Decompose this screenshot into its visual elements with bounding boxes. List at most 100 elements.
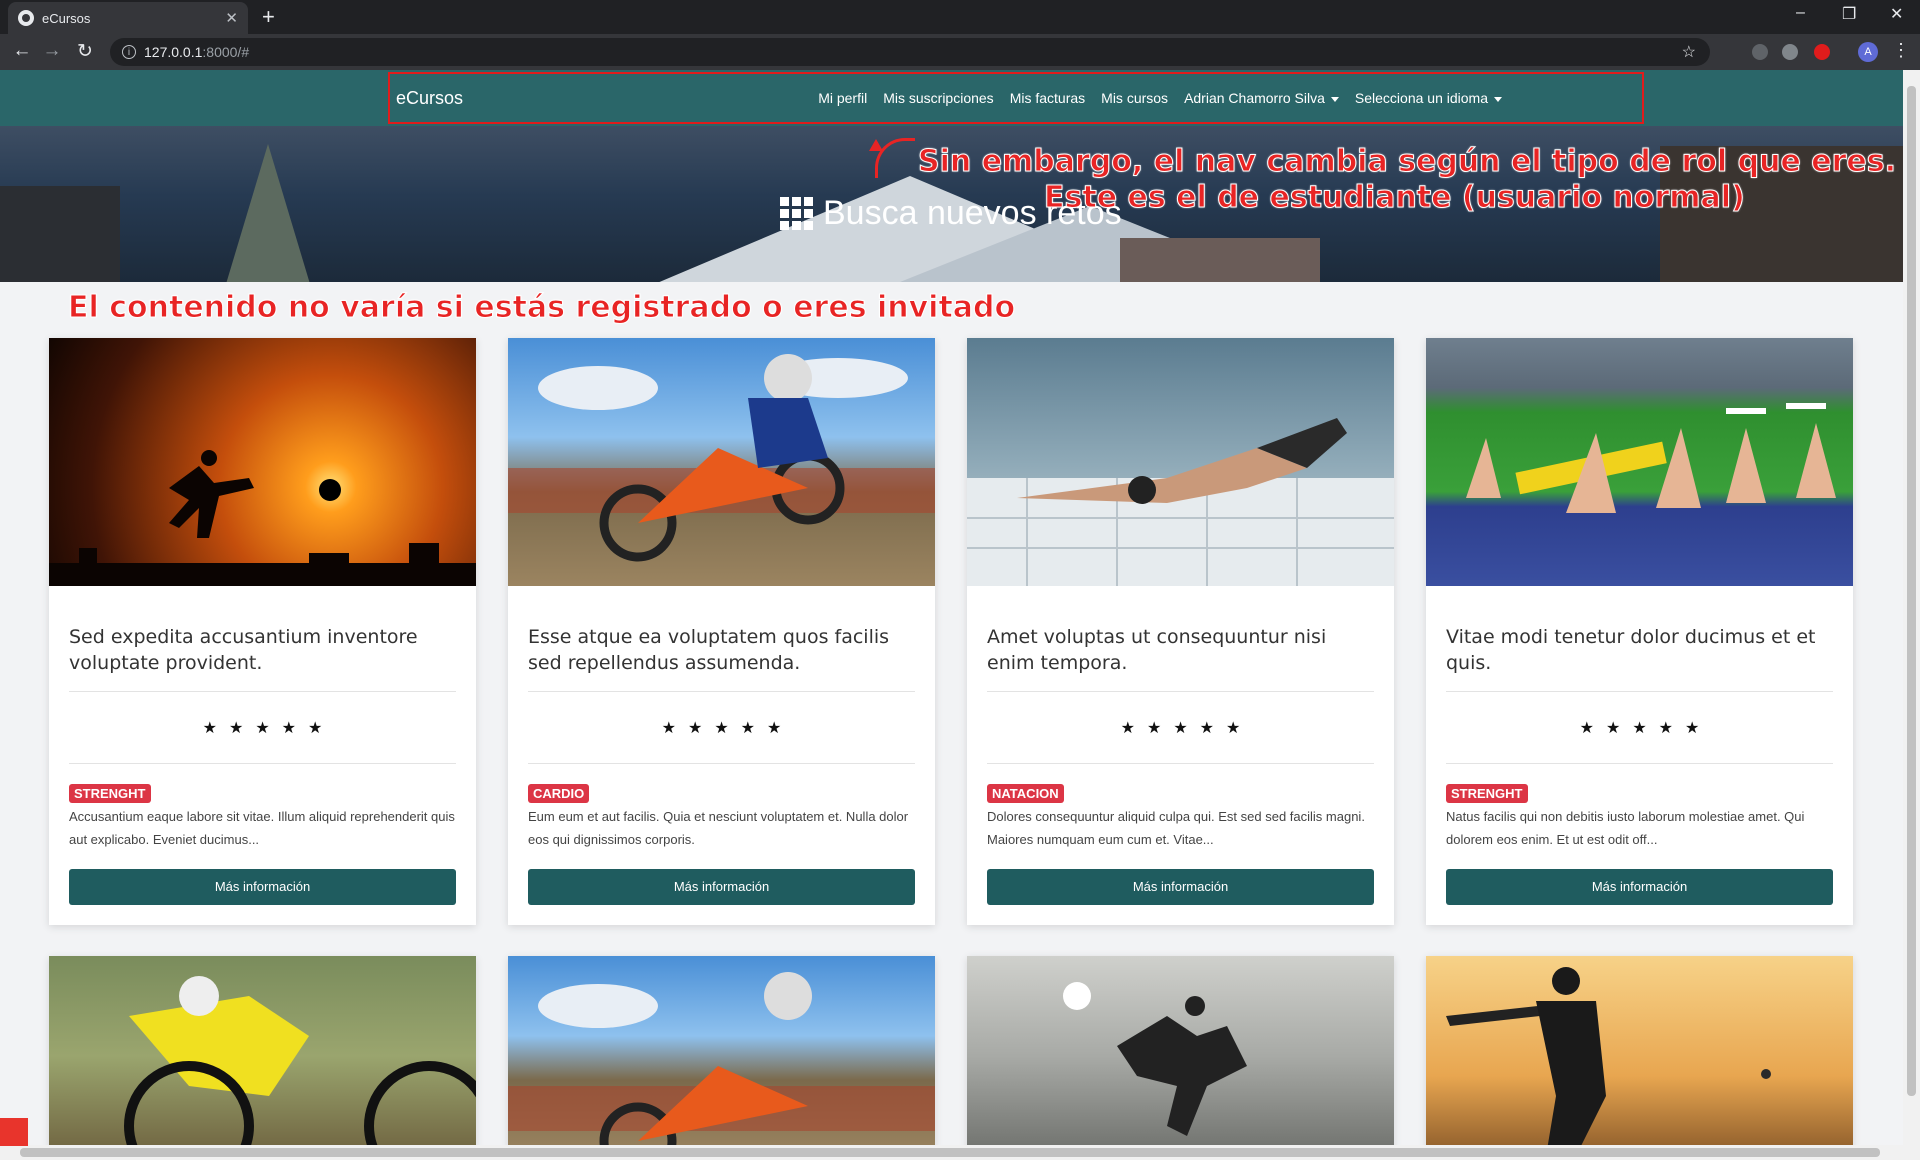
course-title[interactable]: Amet voluptas ut consequuntur nisi enim … [987, 586, 1374, 692]
course-card [967, 956, 1394, 1145]
course-description: Natus facilis qui non debitis iusto labo… [1446, 809, 1805, 847]
extension-red-icon[interactable] [1814, 44, 1830, 60]
nav-links: Mi perfil Mis suscripciones Mis facturas… [802, 90, 1502, 106]
site-navbar: eCursos Mi perfil Mis suscripciones Mis … [0, 70, 1903, 126]
star-icon: ★ [202, 719, 217, 737]
course-card [508, 956, 935, 1145]
course-card: Sed expedita accusantium inventore volup… [49, 338, 476, 925]
browser-tab[interactable]: eCursos ✕ [8, 2, 248, 34]
star-icon: ★ [228, 719, 244, 737]
address-bar[interactable]: i 127.0.0.1 :8000/# ☆ [110, 38, 1710, 66]
scrollbar-thumb[interactable] [1907, 86, 1916, 1096]
more-info-button[interactable]: Más información [69, 869, 456, 905]
course-card [49, 956, 476, 1145]
course-image [508, 956, 935, 1145]
more-info-button[interactable]: Más información [1446, 869, 1833, 905]
annotation-content: El contenido no varía si estás registrad… [67, 290, 1016, 326]
page-viewport: eCursos Mi perfil Mis suscripciones Mis … [0, 70, 1903, 1145]
star-icon: ★ [687, 719, 703, 737]
chevron-down-icon [1330, 96, 1339, 102]
star-icon: ★ [255, 719, 270, 737]
minimize-icon[interactable]: – [1796, 4, 1805, 22]
star-icon: ★ [1579, 719, 1594, 737]
scrollbar-thumb[interactable] [20, 1148, 1880, 1157]
user-menu-label: Adrian Chamorro Silva [1184, 90, 1325, 106]
new-tab-icon[interactable]: + [262, 4, 275, 30]
navbar-highlight-box: eCursos Mi perfil Mis suscripciones Mis … [388, 72, 1644, 124]
course-card [1426, 956, 1853, 1145]
taskbar-app-icon[interactable] [0, 1118, 28, 1146]
star-icon: ★ [1658, 719, 1674, 737]
site-favicon-icon [18, 10, 34, 26]
hero-building [0, 186, 120, 282]
star-icon: ★ [1685, 719, 1700, 737]
star-icon: ★ [1146, 719, 1162, 737]
user-menu-dropdown[interactable]: Adrian Chamorro Silva [1184, 90, 1339, 106]
hero-building [1120, 238, 1320, 282]
star-icon: ★ [1605, 719, 1621, 737]
nav-mis-facturas[interactable]: Mis facturas [1010, 90, 1085, 106]
star-icon: ★ [1199, 719, 1215, 737]
rating-stars: ★ ★ ★ ★ ★ [69, 692, 456, 764]
course-description: Accusantium eaque labore sit vitae. Illu… [69, 809, 455, 847]
course-image [508, 338, 935, 586]
vertical-scrollbar[interactable] [1903, 70, 1920, 1145]
star-icon: ★ [767, 719, 782, 737]
browser-tab-strip: eCursos ✕ + – ❐ ✕ [0, 0, 1920, 34]
forward-icon[interactable]: → [40, 40, 64, 62]
annotation-arrow-icon [869, 138, 915, 178]
course-card: Amet voluptas ut consequuntur nisi enim … [967, 338, 1394, 925]
url-host: 127.0.0.1 [144, 44, 203, 60]
nav-mis-suscripciones[interactable]: Mis suscripciones [883, 90, 993, 106]
star-icon: ★ [1120, 719, 1135, 737]
course-image [967, 338, 1394, 586]
hero-tree [226, 144, 310, 282]
course-image [967, 956, 1394, 1145]
course-image [49, 956, 476, 1145]
star-icon: ★ [281, 719, 297, 737]
rating-stars: ★ ★ ★ ★ ★ [1446, 692, 1833, 764]
brand-link[interactable]: eCursos [396, 88, 463, 109]
star-icon: ★ [1226, 719, 1241, 737]
nav-mi-perfil[interactable]: Mi perfil [818, 90, 867, 106]
bookmark-star-icon[interactable]: ☆ [1682, 42, 1696, 62]
extension-gear-icon[interactable] [1782, 44, 1798, 60]
course-description: Eum eum et aut facilis. Quia et nesciunt… [528, 809, 909, 847]
more-info-button[interactable]: Más información [987, 869, 1374, 905]
course-image [49, 338, 476, 586]
close-tab-icon[interactable]: ✕ [225, 9, 238, 27]
star-icon: ★ [740, 719, 756, 737]
back-icon[interactable]: ← [10, 40, 34, 62]
annotation-nav-line1: Sin embargo, el nav cambia según el tipo… [918, 144, 1897, 180]
star-icon: ★ [714, 719, 729, 737]
course-title[interactable]: Vitae modi tenetur dolor ducimus et et q… [1446, 586, 1833, 692]
horizontal-scrollbar[interactable] [0, 1145, 1920, 1160]
tab-title: eCursos [42, 10, 91, 26]
restore-icon[interactable]: ❐ [1842, 4, 1856, 24]
chevron-down-icon [1494, 96, 1502, 102]
star-icon: ★ [661, 719, 676, 737]
nav-mis-cursos[interactable]: Mis cursos [1101, 90, 1168, 106]
rating-stars: ★ ★ ★ ★ ★ [987, 692, 1374, 764]
url-path: :8000/# [202, 44, 250, 60]
course-image [1426, 956, 1853, 1145]
category-badge: STRENGHT [1446, 784, 1528, 803]
category-badge: NATACION [987, 784, 1064, 803]
star-icon: ★ [1632, 719, 1647, 737]
course-title[interactable]: Esse atque ea voluptatem quos facilis se… [528, 586, 915, 692]
language-dropdown[interactable]: Selecciona un idioma [1355, 90, 1502, 106]
browser-menu-icon[interactable]: ⋮ [1892, 40, 1910, 61]
course-description: Dolores consequuntur aliquid culpa qui. … [987, 809, 1365, 847]
profile-avatar[interactable]: A [1858, 42, 1878, 62]
star-icon: ★ [308, 719, 323, 737]
course-title[interactable]: Sed expedita accusantium inventore volup… [69, 586, 456, 692]
extension-icon[interactable] [1752, 44, 1768, 60]
site-info-icon[interactable]: i [122, 45, 136, 59]
star-icon: ★ [1173, 719, 1188, 737]
course-card: Vitae modi tenetur dolor ducimus et et q… [1426, 338, 1853, 925]
more-info-button[interactable]: Más información [528, 869, 915, 905]
browser-toolbar: ← → ↻ i 127.0.0.1 :8000/# ☆ [0, 34, 1920, 70]
reload-icon[interactable]: ↻ [73, 40, 97, 63]
category-badge: CARDIO [528, 784, 590, 803]
window-close-icon[interactable]: ✕ [1890, 4, 1903, 24]
